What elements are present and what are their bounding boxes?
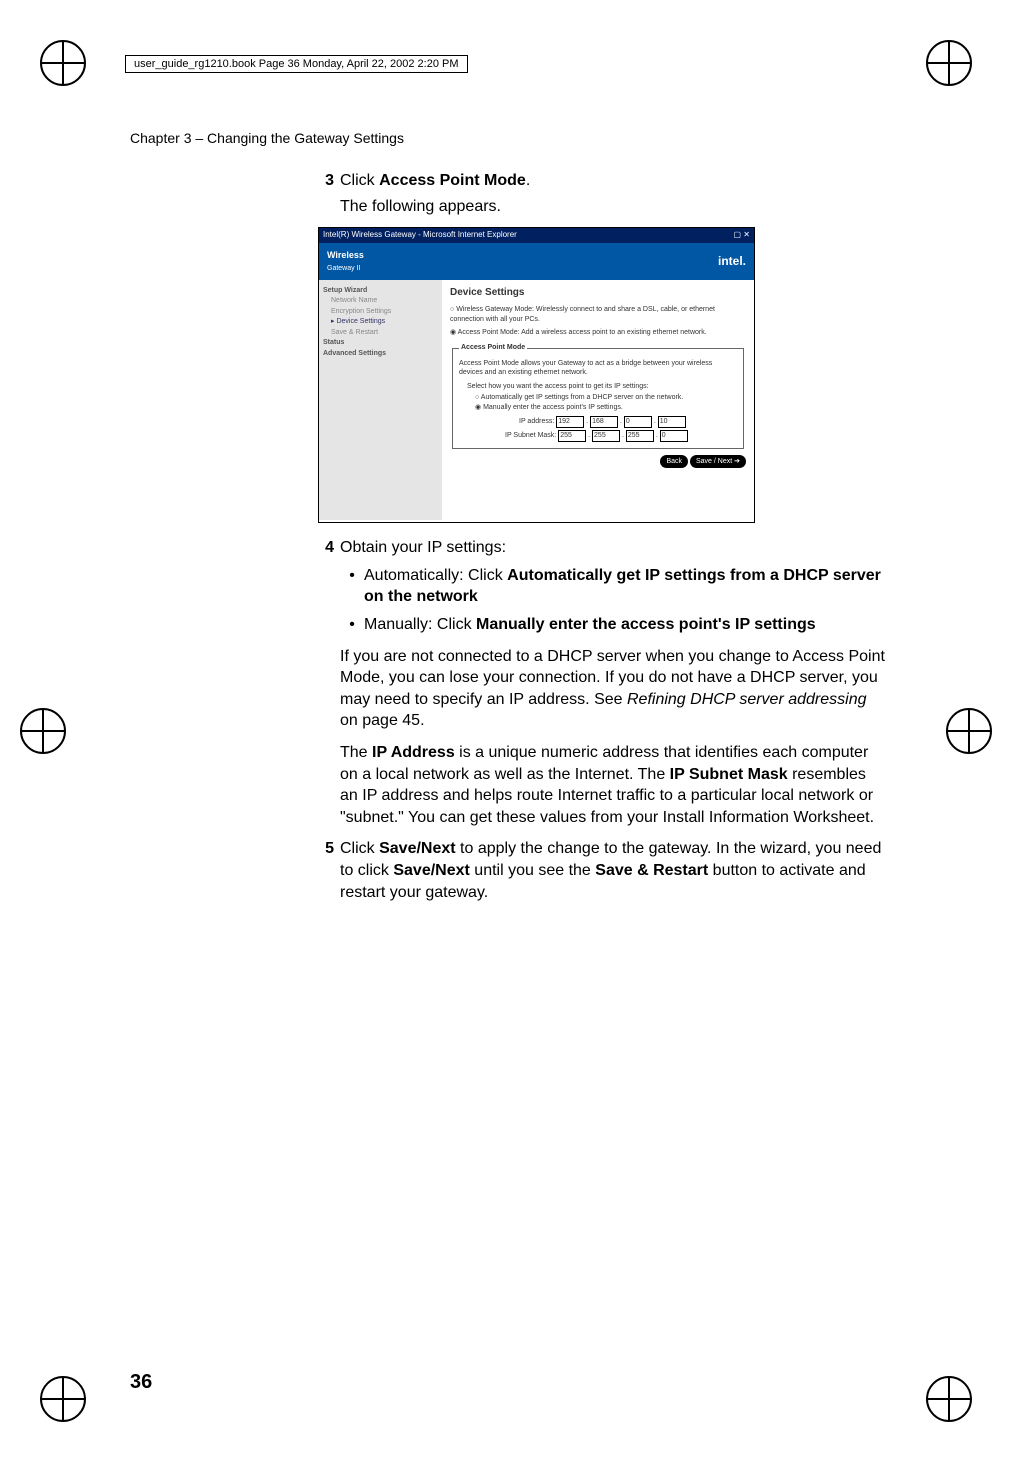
ip-octet-input[interactable]: 10 (658, 416, 686, 428)
ip-address-row: IP address: 192 . 168 . 0 . 10 (519, 416, 737, 428)
step-3: 3 Click Access Point Mode. (310, 170, 885, 192)
registration-mark-icon (20, 708, 66, 754)
registration-mark-icon (946, 708, 992, 754)
radio-option: ○ Wireless Gateway Mode: Wirelessly conn… (450, 305, 746, 324)
embedded-screenshot: Intel(R) Wireless Gateway - Microsoft In… (318, 227, 755, 523)
window-title: Intel(R) Wireless Gateway - Microsoft In… (323, 230, 517, 241)
list-item: • Manually: Click Manually enter the acc… (340, 614, 885, 636)
step-text: Click Access Point Mode. (340, 170, 885, 192)
brand-bar: Wireless Gateway II intel. (319, 243, 754, 280)
text: until you see the (470, 862, 595, 879)
step-5: 5 Click Save/Next to apply the change to… (310, 838, 885, 903)
sidebar-sub-item-active: ▸ Device Settings (323, 317, 438, 328)
text: Gateway II (327, 265, 360, 272)
text: Manually: Click (364, 616, 476, 633)
step-4: 4 Obtain your IP settings: (310, 537, 885, 559)
text: . (526, 172, 530, 189)
text: Click (340, 172, 379, 189)
registration-mark-icon (40, 40, 86, 86)
text: Wireless Gateway Mode: Wirelessly connec… (450, 306, 715, 322)
page-number: 36 (130, 1371, 152, 1394)
step-subtext: The following appears. (340, 196, 885, 218)
text: The (340, 744, 372, 761)
bullet-icon: • (340, 565, 364, 608)
text-bold: Save/Next (379, 840, 456, 857)
list-item: • Automatically: Click Automatically get… (340, 565, 885, 608)
sidebar-sub-item: Network Name (323, 296, 438, 307)
mask-octet-input[interactable]: 255 (558, 430, 586, 442)
fieldset-legend: Access Point Mode (459, 343, 527, 352)
panel-main: Device Settings ○ Wireless Gateway Mode:… (442, 280, 754, 520)
mask-octet-input[interactable]: 255 (592, 430, 620, 442)
text: Device Settings (336, 318, 385, 325)
ip-octet-input[interactable]: 0 (624, 416, 652, 428)
window-titlebar: Intel(R) Wireless Gateway - Microsoft In… (319, 228, 754, 243)
registration-mark-icon (40, 1376, 86, 1422)
registration-mark-icon (926, 40, 972, 86)
text-bold: IP Subnet Mask (670, 766, 788, 783)
sidebar-item: Status (323, 338, 438, 349)
text: Manually enter the access point's IP set… (483, 404, 623, 411)
sidebar-item: Advanced Settings (323, 349, 438, 360)
text: Access Point Mode: Add a wireless access… (458, 329, 707, 336)
step-number: 5 (310, 838, 334, 903)
text: Select how you want the access point to … (467, 382, 737, 391)
text: Automatically get IP settings from a DHC… (481, 394, 683, 401)
chapter-heading: Chapter 3 – Changing the Gateway Setting… (130, 130, 404, 146)
fieldset: Access Point Mode Access Point Mode allo… (452, 343, 744, 449)
text: Click (340, 840, 379, 857)
text: Automatically: Click Automatically get I… (364, 565, 885, 608)
mask-octet-input[interactable]: 255 (626, 430, 654, 442)
text: on page 45. (340, 712, 425, 729)
main-content: 3 Click Access Point Mode. The following… (310, 170, 885, 907)
text: Automatically: Click (364, 567, 507, 584)
subnet-row: IP Subnet Mask: 255 . 255 . 255 . 0 (505, 430, 737, 442)
save-next-button[interactable]: Save / Next ➔ (690, 455, 746, 468)
sidebar-sub-item: Save & Restart (323, 328, 438, 339)
panel-title: Device Settings (450, 286, 746, 300)
step-text: Obtain your IP settings: (340, 537, 885, 559)
step-text: Click Save/Next to apply the change to t… (340, 838, 885, 903)
bullet-list: • Automatically: Click Automatically get… (340, 565, 885, 636)
doc-header: user_guide_rg1210.book Page 36 Monday, A… (125, 55, 468, 73)
step-number: 3 (310, 170, 334, 192)
brand-logo: intel. (718, 253, 746, 269)
step-number: 4 (310, 537, 334, 559)
radio-option-selected: ◉ Access Point Mode: Add a wireless acce… (450, 328, 746, 337)
text: Wireless (327, 250, 364, 260)
text-bold: Manually enter the access point's IP set… (476, 616, 816, 633)
text: Manually: Click Manually enter the acces… (364, 614, 816, 636)
text-bold: IP Address (372, 744, 455, 761)
ip-octet-input[interactable]: 168 (590, 416, 618, 428)
text-bold: Access Point Mode (379, 172, 526, 189)
radio-option-selected: ◉ Manually enter the access point's IP s… (475, 403, 737, 412)
registration-mark-icon (926, 1376, 972, 1422)
text-italic: Refining DHCP server addressing (627, 691, 867, 708)
sidebar-item: Setup Wizard (323, 286, 438, 297)
brand-name: Wireless Gateway II (327, 249, 364, 274)
window-controls-icon: ▢ ✕ (734, 230, 750, 241)
text-bold: Save/Next (393, 862, 470, 879)
bullet-icon: • (340, 614, 364, 636)
text: Access Point Mode allows your Gateway to… (459, 359, 737, 378)
paragraph: If you are not connected to a DHCP serve… (340, 646, 885, 732)
sidebar-sub-item: Encryption Settings (323, 307, 438, 318)
mask-label: IP Subnet Mask: (505, 432, 556, 439)
back-button[interactable]: Back (660, 455, 688, 468)
mask-octet-input[interactable]: 0 (660, 430, 688, 442)
paragraph: The IP Address is a unique numeric addre… (340, 742, 885, 828)
ip-label: IP address: (519, 418, 554, 425)
ip-octet-input[interactable]: 192 (556, 416, 584, 428)
sidebar: Setup Wizard Network Name Encryption Set… (319, 280, 442, 520)
radio-option: ○ Automatically get IP settings from a D… (475, 393, 737, 402)
text-bold: Save & Restart (595, 862, 708, 879)
